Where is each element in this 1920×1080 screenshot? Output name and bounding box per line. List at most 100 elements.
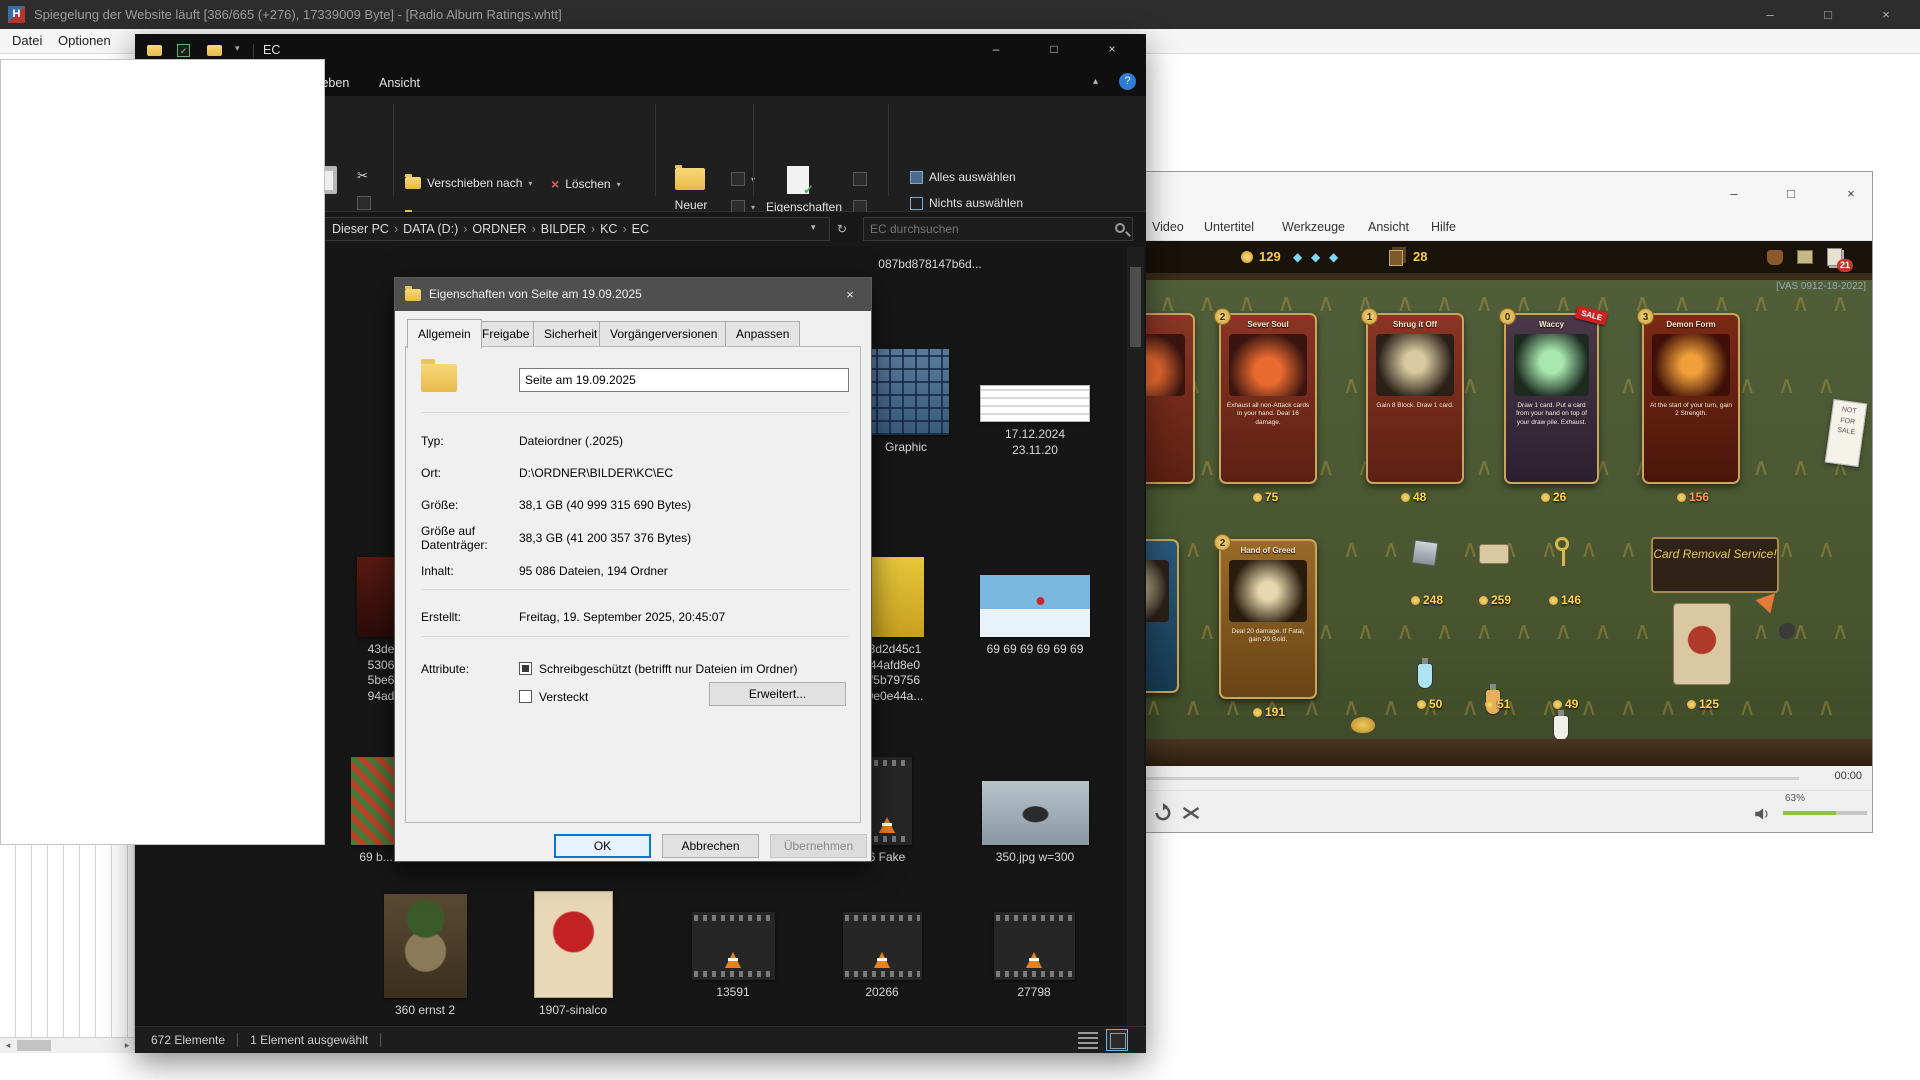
file-item[interactable]: Sinalco 1907-sinalco xyxy=(523,891,623,1019)
selected-count: 1 Element ausgewählt xyxy=(250,1033,368,1047)
divider xyxy=(237,1033,238,1047)
gem-icon: ◆ xyxy=(1311,250,1320,264)
search-box[interactable] xyxy=(863,217,1133,241)
address-dropdown-icon[interactable]: ▾ xyxy=(811,222,816,233)
new-folder-icon[interactable] xyxy=(675,168,705,190)
breadcrumb-item[interactable]: ORDNER xyxy=(469,222,529,236)
dialog-tab-page xyxy=(405,346,861,823)
divider xyxy=(253,44,254,58)
minimize-button[interactable]: – xyxy=(973,34,1019,64)
scrollbar[interactable] xyxy=(1127,247,1144,1026)
folder-icon[interactable] xyxy=(207,45,222,56)
horizontal-scrollbar[interactable]: ◂ ▸ xyxy=(0,1037,135,1053)
menu-optionen[interactable]: Optionen xyxy=(52,33,117,48)
file-item[interactable]: 13591 xyxy=(678,912,788,1001)
cut-icon[interactable]: ✂ xyxy=(357,168,368,184)
menu-video[interactable]: Video xyxy=(1152,220,1184,234)
checkmark-icon[interactable]: ✓ xyxy=(177,44,190,57)
file-item[interactable]: 17.12.2024 23.11.20 xyxy=(973,385,1097,458)
close-button[interactable]: × xyxy=(829,278,871,311)
breadcrumb-item[interactable]: KC xyxy=(597,222,620,236)
breadcrumb-separator: › xyxy=(392,222,400,236)
thumbnails-view-icon[interactable] xyxy=(1106,1029,1128,1051)
hidden-checkbox[interactable] xyxy=(519,690,532,703)
select-none-button[interactable]: Nichts auswählen xyxy=(910,196,1023,210)
tab-sicherheit[interactable]: Sicherheit xyxy=(533,321,608,347)
new-item-button[interactable]: ▾ xyxy=(731,172,755,186)
move-to-button[interactable]: Verschieben nach ▾ xyxy=(405,176,532,190)
qat-dropdown-icon[interactable]: ▾ xyxy=(235,43,240,54)
properties-dialog: Eigenschaften von Seite am 19.09.2025 × … xyxy=(394,277,872,862)
cancel-button[interactable]: Abbrechen xyxy=(662,834,759,858)
shuffle-button[interactable] xyxy=(1181,803,1201,823)
divider xyxy=(421,412,849,413)
details-view-icon[interactable] xyxy=(1078,1031,1098,1049)
scrollbar-thumb[interactable] xyxy=(17,1040,51,1051)
potion-icon xyxy=(1553,715,1569,741)
properties-icon[interactable]: ✓ xyxy=(787,166,809,194)
menu-hilfe[interactable]: Hilfe xyxy=(1431,220,1456,234)
minimize-button[interactable]: – xyxy=(1716,180,1752,208)
readonly-label: Schreibgeschützt (betrifft nur Dateien i… xyxy=(539,662,798,676)
menu-ansicht[interactable]: Ansicht xyxy=(1368,220,1409,234)
copy-path-icon[interactable] xyxy=(357,196,371,210)
gem-icon: ◆ xyxy=(1329,250,1338,264)
menu-datei[interactable]: Datei xyxy=(6,33,48,48)
file-item[interactable]: 087bd878147b6d... xyxy=(835,252,1025,273)
file-thumbnail xyxy=(866,557,924,637)
ok-button[interactable]: OK xyxy=(554,834,651,858)
file-item[interactable]: 20266 xyxy=(832,912,932,1001)
ribbon-collapse-icon[interactable]: ▴ xyxy=(1093,76,1098,87)
tab-ansicht[interactable]: Ansicht xyxy=(373,74,426,92)
delete-button[interactable]: × Löschen ▾ xyxy=(551,176,621,192)
loop-button[interactable] xyxy=(1153,803,1173,823)
close-button[interactable]: × xyxy=(1833,180,1869,208)
breadcrumb-item[interactable]: EC xyxy=(629,222,652,236)
menu-werkzeuge[interactable]: Werkzeuge xyxy=(1282,220,1345,234)
file-item[interactable]: 69 69 69 69 69 69 xyxy=(973,575,1097,658)
coin-icon xyxy=(1401,493,1410,502)
breadcrumb-item[interactable]: BILDER xyxy=(538,222,589,236)
help-icon[interactable]: ? xyxy=(1119,73,1136,90)
close-button[interactable]: × xyxy=(1089,34,1135,64)
maximize-button[interactable]: □ xyxy=(1031,34,1077,64)
file-thumbnail xyxy=(692,912,775,980)
folder-icon[interactable] xyxy=(147,45,162,56)
folder-name-field[interactable] xyxy=(519,368,849,392)
file-item[interactable]: 27798 xyxy=(984,912,1084,1001)
file-item[interactable]: 360 ernst 2 xyxy=(370,894,480,1019)
breadcrumb[interactable]: Dieser PC › DATA (D:) › ORDNER › BILDER … xyxy=(322,217,830,241)
tab-vorgaengerversionen[interactable]: Vorgängerversionen xyxy=(599,321,728,347)
scroll-right-icon[interactable]: ▸ xyxy=(119,1038,135,1053)
minimize-button[interactable]: – xyxy=(1746,0,1794,29)
refresh-icon[interactable]: ↻ xyxy=(837,222,847,236)
breadcrumb-item[interactable]: DATA (D:) xyxy=(400,222,461,236)
maximize-button[interactable]: □ xyxy=(1773,180,1809,208)
scrollbar-thumb[interactable] xyxy=(1130,267,1141,347)
scroll-up-icon[interactable] xyxy=(1127,247,1144,263)
field-label: Erstellt: xyxy=(421,610,461,624)
tab-anpassen[interactable]: Anpassen xyxy=(725,321,800,347)
file-label: 17.12.2024 23.11.20 xyxy=(973,427,1097,458)
advanced-button[interactable]: Erweitert... xyxy=(709,682,846,706)
volume-slider[interactable] xyxy=(1783,811,1867,815)
blank-window xyxy=(0,59,325,845)
open-icon[interactable] xyxy=(853,172,867,186)
file-thumbnail xyxy=(982,781,1089,845)
apply-button[interactable]: Übernehmen xyxy=(770,834,867,858)
volume-fill xyxy=(1783,811,1836,815)
select-all-button[interactable]: Alles auswählen xyxy=(910,170,1016,184)
scroll-down-icon[interactable] xyxy=(1127,1010,1144,1026)
menu-untertitel[interactable]: Untertitel xyxy=(1204,220,1254,234)
breadcrumb-item[interactable]: Dieser PC xyxy=(329,222,392,236)
card-price: 191 xyxy=(1253,705,1285,719)
file-item[interactable]: 350.jpg w=300 xyxy=(973,781,1097,866)
scroll-left-icon[interactable]: ◂ xyxy=(0,1038,16,1053)
search-input[interactable] xyxy=(870,219,1100,239)
readonly-checkbox[interactable] xyxy=(519,662,532,675)
tab-allgemein[interactable]: Allgemein xyxy=(407,319,482,349)
maximize-button[interactable]: □ xyxy=(1804,0,1852,29)
relic-price: 259 xyxy=(1479,593,1511,607)
volume-icon[interactable] xyxy=(1753,805,1773,825)
close-button[interactable]: × xyxy=(1862,0,1910,29)
